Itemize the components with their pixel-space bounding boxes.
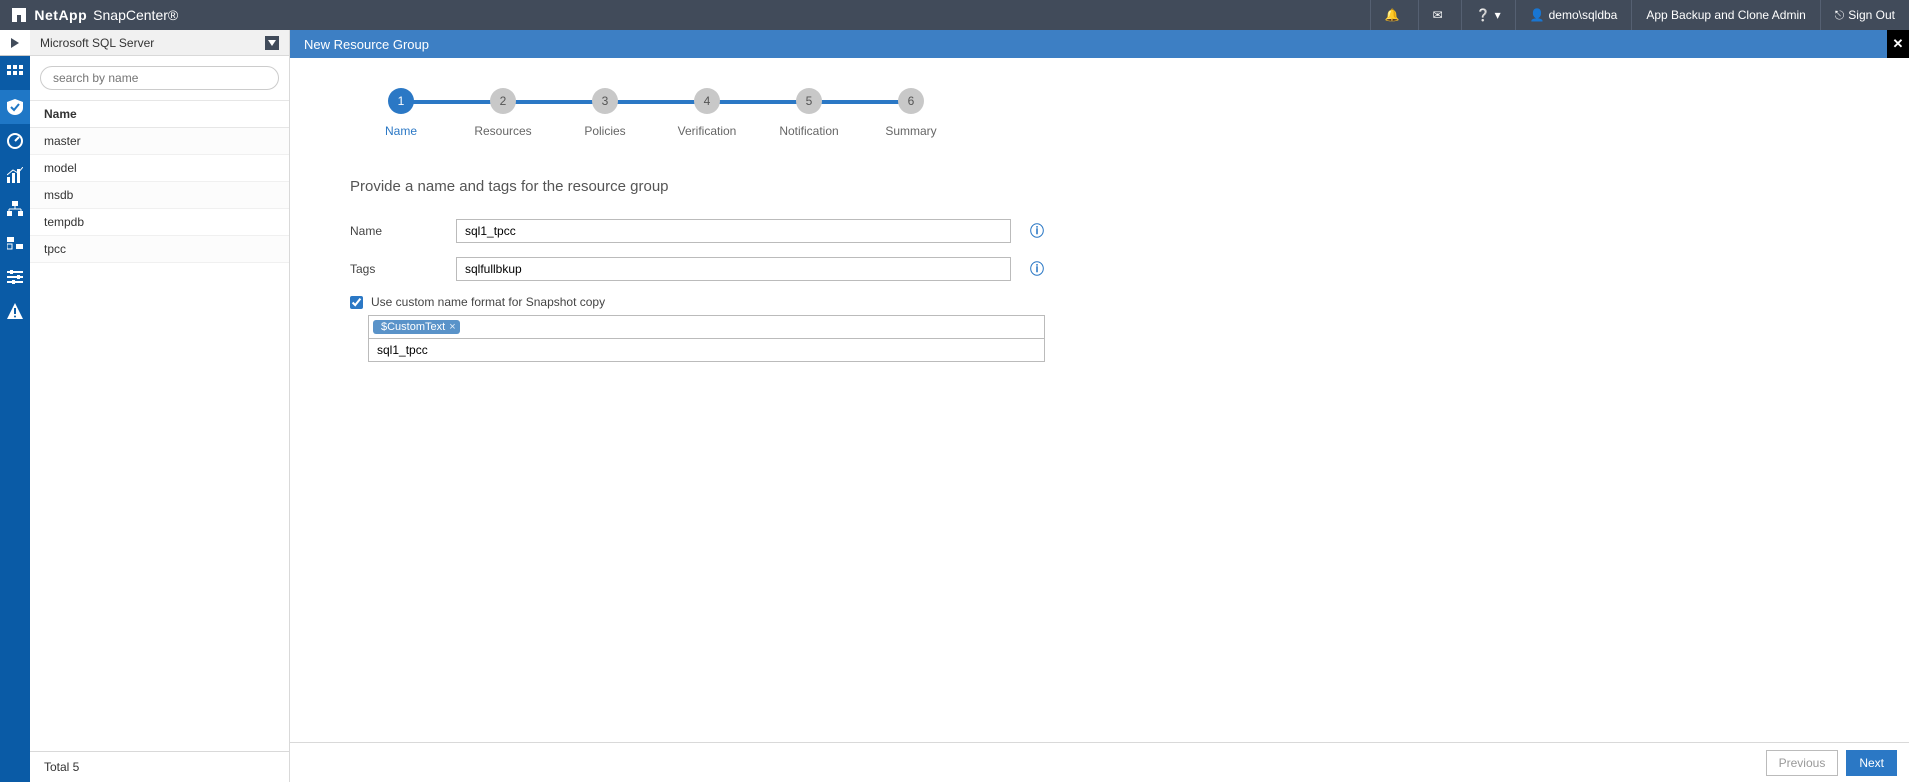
- mail-icon: ✉: [1433, 8, 1443, 22]
- role-label[interactable]: App Backup and Clone Admin: [1631, 0, 1819, 30]
- step-label: Resources: [474, 124, 531, 138]
- help-button[interactable]: ❔▾: [1461, 0, 1515, 30]
- step-number: 6: [898, 88, 924, 114]
- wizard-title: New Resource Group: [304, 37, 429, 52]
- column-header-name[interactable]: Name: [30, 100, 289, 128]
- storage-icon: [7, 235, 23, 251]
- help-icon: ❔: [1476, 8, 1491, 22]
- vendor-logo: NetApp: [12, 7, 87, 23]
- wizard-stepper: 1 Name 2 Resources 3 Policies 4 Verification 5 No…: [350, 88, 1909, 138]
- rail-reports[interactable]: [0, 158, 30, 192]
- step-connector: [707, 100, 809, 104]
- signout-icon: ⎋: [1835, 8, 1845, 23]
- topbar-right: 🔔 ✉ ❔▾ 👤demo\sqldba App Backup and Clone…: [1370, 0, 1909, 30]
- rail-monitor[interactable]: [0, 124, 30, 158]
- wizard-footer: Previous Next: [290, 742, 1909, 782]
- sliders-icon: [7, 269, 23, 285]
- step-label: Name: [385, 124, 417, 138]
- list-item[interactable]: master: [30, 128, 289, 155]
- step-label: Policies: [584, 124, 625, 138]
- token-chip-customtext[interactable]: $CustomText ×: [373, 320, 460, 334]
- step-number: 2: [490, 88, 516, 114]
- step-summary[interactable]: 6 Summary: [860, 88, 962, 138]
- brand: NetApp SnapCenter®: [0, 7, 190, 23]
- rail-settings[interactable]: [0, 260, 30, 294]
- rail-alerts[interactable]: [0, 294, 30, 328]
- grid-icon: [7, 65, 23, 81]
- list-item[interactable]: msdb: [30, 182, 289, 209]
- list-item[interactable]: tpcc: [30, 236, 289, 263]
- name-input[interactable]: [456, 219, 1011, 243]
- rail-expand-button[interactable]: [0, 30, 30, 56]
- tags-input[interactable]: [456, 257, 1011, 281]
- user-menu[interactable]: 👤 demo\sqldba: [1515, 0, 1632, 30]
- step-number: 4: [694, 88, 720, 114]
- rail-resources[interactable]: [0, 90, 30, 124]
- context-label: Microsoft SQL Server: [40, 36, 154, 50]
- step-connector: [401, 100, 503, 104]
- step-label: Summary: [885, 124, 936, 138]
- step-notification[interactable]: 5 Notification: [758, 88, 860, 138]
- step-verification[interactable]: 4 Verification: [656, 88, 758, 138]
- tags-label: Tags: [350, 262, 456, 276]
- token-chip-label: $CustomText: [381, 321, 445, 333]
- step-connector: [809, 100, 911, 104]
- warning-icon: [7, 303, 23, 319]
- previous-button[interactable]: Previous: [1766, 750, 1839, 776]
- chevron-right-icon: [11, 38, 19, 48]
- step-resources[interactable]: 2 Resources: [452, 88, 554, 138]
- form-heading: Provide a name and tags for the resource…: [350, 178, 1909, 195]
- main-area: New Resource Group ✕ 1 Name 2 Resources 3 Pol…: [290, 30, 1909, 782]
- chevron-down-icon: ▾: [1495, 8, 1501, 22]
- custom-format-label[interactable]: Use custom name format for Snapshot copy: [371, 295, 605, 309]
- name-info-icon[interactable]: [1029, 223, 1045, 239]
- list-footer-count: Total 5: [30, 751, 289, 782]
- step-label: Verification: [678, 124, 737, 138]
- list-item[interactable]: tempdb: [30, 209, 289, 236]
- product-name: SnapCenter®: [93, 7, 178, 23]
- tags-info-icon[interactable]: [1029, 261, 1045, 277]
- user-label: demo\sqldba: [1549, 8, 1618, 22]
- step-number: 1: [388, 88, 414, 114]
- top-bar: NetApp SnapCenter® 🔔 ✉ ❔▾ 👤demo\sqldba A…: [0, 0, 1909, 30]
- wizard-banner: New Resource Group: [290, 30, 1909, 58]
- step-connector: [503, 100, 605, 104]
- shield-icon: [7, 99, 23, 115]
- step-connector: [605, 100, 707, 104]
- step-policies[interactable]: 3 Policies: [554, 88, 656, 138]
- nav-rail: [0, 30, 30, 782]
- bell-icon: 🔔: [1385, 8, 1400, 22]
- snapshot-format-tokens[interactable]: $CustomText ×: [368, 315, 1045, 339]
- list-item[interactable]: model: [30, 155, 289, 182]
- snapshot-name-input[interactable]: [368, 338, 1045, 362]
- step-number: 5: [796, 88, 822, 114]
- chart-icon: [7, 167, 23, 183]
- search-input[interactable]: [40, 66, 279, 90]
- context-dropdown-icon[interactable]: [265, 36, 279, 50]
- step-label: Notification: [779, 124, 838, 138]
- rail-hosts[interactable]: [0, 192, 30, 226]
- left-panel: Microsoft SQL Server Name mastermodelmsd…: [30, 30, 290, 782]
- step-number: 3: [592, 88, 618, 114]
- gauge-icon: [7, 133, 23, 149]
- rail-storage[interactable]: [0, 226, 30, 260]
- user-icon: 👤: [1530, 8, 1545, 22]
- hosts-icon: [7, 201, 23, 217]
- name-label: Name: [350, 224, 456, 238]
- custom-format-checkbox[interactable]: [350, 296, 363, 309]
- notification-button[interactable]: 🔔: [1370, 0, 1418, 30]
- signout-button[interactable]: ⎋Sign Out: [1820, 0, 1909, 30]
- context-selector[interactable]: Microsoft SQL Server: [30, 30, 289, 56]
- wizard-close-button[interactable]: ✕: [1887, 30, 1909, 58]
- step-name[interactable]: 1 Name: [350, 88, 452, 138]
- token-remove-icon[interactable]: ×: [449, 321, 455, 333]
- vendor-name: NetApp: [34, 7, 87, 23]
- rail-dashboard[interactable]: [0, 56, 30, 90]
- netapp-logo-icon: [12, 8, 26, 22]
- messages-button[interactable]: ✉: [1418, 0, 1461, 30]
- next-button[interactable]: Next: [1846, 750, 1897, 776]
